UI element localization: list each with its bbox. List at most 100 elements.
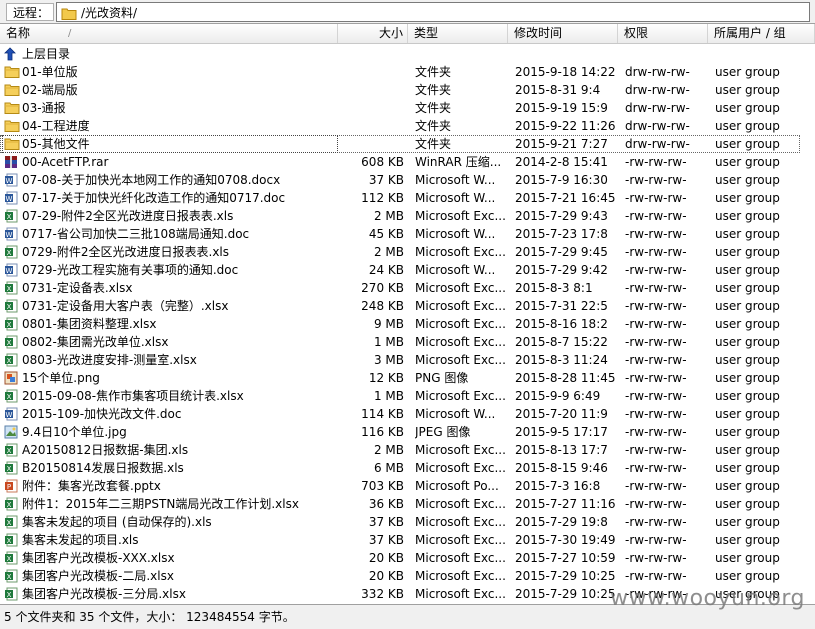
file-row[interactable]: X 集客未发起的项目.xls 37 KB Microsoft Exc... 2015-7… bbox=[0, 531, 815, 549]
file-row[interactable]: P 附件：集客光改套餐.pptx 703 KB Microsoft Po... 2015… bbox=[0, 477, 815, 495]
file-name-cell[interactable]: 02-端局版 bbox=[2, 81, 338, 99]
file-name-cell[interactable]: X 集团客户光改模板-二局.xlsx bbox=[2, 567, 338, 585]
file-row[interactable]: X 集团客户光改模板-XXX.xlsx 20 KB Microsoft Exc... 2… bbox=[0, 549, 815, 567]
excel-icon: X bbox=[4, 461, 18, 475]
file-name-cell[interactable]: X 集客未发起的项目 (自动保存的).xls bbox=[2, 513, 338, 531]
file-name-cell[interactable]: X 0802-集团需光改单位.xlsx bbox=[2, 333, 338, 351]
file-row[interactable]: W 07-17-关于加快光纤化改造工作的通知0717.doc 112 KB Micro… bbox=[0, 189, 815, 207]
file-name-cell[interactable]: 03-通报 bbox=[2, 99, 338, 117]
file-name-cell[interactable]: 00-AcetFTP.rar bbox=[2, 153, 338, 171]
column-size[interactable]: 大小 bbox=[338, 24, 408, 43]
parent-directory-row[interactable]: 上层目录 bbox=[0, 45, 815, 63]
column-permissions[interactable]: 权限 bbox=[618, 24, 708, 43]
file-type: Microsoft Exc... bbox=[415, 245, 506, 259]
file-row[interactable]: X 0731-定设备用大客户表（完整）.xlsx 248 KB Microsoft E… bbox=[0, 297, 815, 315]
file-name: 上层目录 bbox=[22, 47, 71, 61]
column-modified[interactable]: 修改时间 bbox=[508, 24, 618, 43]
file-row[interactable]: 9.4日10个单位.jpg 116 KB JPEG 图像 2015-9-5 17:17… bbox=[0, 423, 815, 441]
file-name-cell[interactable]: 04-工程进度 bbox=[2, 117, 338, 135]
file-name-cell[interactable]: X 集团客户光改模板-XXX.xlsx bbox=[2, 549, 338, 567]
file-row[interactable]: W 2015-109-加快光改文件.doc 114 KB Microsoft W...… bbox=[0, 405, 815, 423]
file-row[interactable]: X 0802-集团需光改单位.xlsx 1 MB Microsoft Exc... 20… bbox=[0, 333, 815, 351]
file-row[interactable]: 03-通报 文件夹 2015-9-19 15:9 drw-rw-rw-user gro… bbox=[0, 99, 815, 117]
file-row[interactable]: W 0717-省公司加快二三批108端局通知.doc 45 KB Microsoft … bbox=[0, 225, 815, 243]
file-name: 05-其他文件 bbox=[22, 137, 90, 151]
file-name: 集团客户光改模板-二局.xlsx bbox=[22, 569, 174, 583]
column-name[interactable]: 名称 / bbox=[0, 24, 338, 43]
file-name-cell[interactable]: X 0731-定设备用大客户表（完整）.xlsx bbox=[2, 297, 338, 315]
file-name-cell[interactable]: 上层目录 bbox=[2, 45, 338, 63]
file-name-cell[interactable]: X 0729-附件2全区光改进度日报表表.xls bbox=[2, 243, 338, 261]
file-name: 00-AcetFTP.rar bbox=[22, 155, 109, 169]
file-name: 9.4日10个单位.jpg bbox=[22, 425, 127, 439]
file-name-cell[interactable]: 01-单位版 bbox=[2, 63, 338, 81]
file-row[interactable]: 15个单位.png 12 KB PNG 图像 2015-8-28 11:45 -rw-r… bbox=[0, 369, 815, 387]
file-name-cell[interactable]: P 附件：集客光改套餐.pptx bbox=[2, 477, 338, 495]
file-permissions: -rw-rw-rw- bbox=[625, 299, 687, 313]
file-size bbox=[340, 45, 404, 63]
file-owner-group: user group bbox=[715, 227, 780, 241]
file-name-cell[interactable]: 05-其他文件 bbox=[2, 135, 338, 153]
file-owner-group: user group bbox=[715, 335, 780, 349]
file-name: 0729-光改工程实施有关事项的通知.doc bbox=[22, 263, 239, 277]
file-owner-group: user group bbox=[715, 425, 780, 439]
file-name-cell[interactable]: X 附件1：2015年二三期PSTN端局光改工作计划.xlsx bbox=[2, 495, 338, 513]
file-name-cell[interactable]: X B20150814发展日报数据.xls bbox=[2, 459, 338, 477]
file-name-cell[interactable]: X 0731-定设备表.xlsx bbox=[2, 279, 338, 297]
file-row[interactable]: X 0729-附件2全区光改进度日报表表.xls 2 MB Microsoft Exc… bbox=[0, 243, 815, 261]
file-name-cell[interactable]: W 2015-109-加快光改文件.doc bbox=[2, 405, 338, 423]
file-row[interactable]: X 2015-09-08-焦作市集客项目统计表.xlsx 1 MB Microsoft… bbox=[0, 387, 815, 405]
file-row[interactable]: X 07-29-附件2全区光改进度日报表表.xls 2 MB Microsoft Ex… bbox=[0, 207, 815, 225]
file-name-cell[interactable]: X 集客未发起的项目.xls bbox=[2, 531, 338, 549]
file-row[interactable]: X 0803-光改进度安排-测量室.xlsx 3 MB Microsoft Exc..… bbox=[0, 351, 815, 369]
file-row[interactable]: X 0801-集团资料整理.xlsx 9 MB Microsoft Exc... 201… bbox=[0, 315, 815, 333]
file-modified: 2015-9-19 15:9 bbox=[515, 101, 608, 115]
file-type: Microsoft Exc... bbox=[415, 299, 506, 313]
column-type[interactable]: 类型 bbox=[408, 24, 508, 43]
file-row[interactable]: W 07-08-关于加快光本地网工作的通知0708.docx 37 KB Micros… bbox=[0, 171, 815, 189]
file-row[interactable]: X 集客未发起的项目 (自动保存的).xls 37 KB Microsoft Exc.… bbox=[0, 513, 815, 531]
svg-text:X: X bbox=[7, 321, 12, 329]
excel-icon: X bbox=[4, 569, 18, 583]
file-modified: 2015-7-31 22:5 bbox=[515, 299, 608, 313]
file-row[interactable]: X 附件1：2015年二三期PSTN端局光改工作计划.xlsx 36 KB Micro… bbox=[0, 495, 815, 513]
file-modified: 2015-7-9 16:30 bbox=[515, 173, 608, 187]
file-name-cell[interactable]: X 2015-09-08-焦作市集客项目统计表.xlsx bbox=[2, 387, 338, 405]
file-type: Microsoft Exc... bbox=[415, 497, 506, 511]
file-row[interactable]: X A20150812日报数据-集团.xls 2 MB Microsoft Exc..… bbox=[0, 441, 815, 459]
file-row[interactable]: 00-AcetFTP.rar 608 KB WinRAR 压缩... 2014-2-8… bbox=[0, 153, 815, 171]
file-owner-group: user group bbox=[715, 155, 780, 169]
file-row[interactable]: W 0729-光改工程实施有关事项的通知.doc 24 KB Microsoft W.… bbox=[0, 261, 815, 279]
file-row[interactable]: X 0731-定设备表.xlsx 270 KB Microsoft Exc... 201… bbox=[0, 279, 815, 297]
file-name-cell[interactable]: X 0801-集团资料整理.xlsx bbox=[2, 315, 338, 333]
file-row[interactable]: X 集团客户光改模板-二局.xlsx 20 KB Microsoft Exc... 20… bbox=[0, 567, 815, 585]
file-row[interactable]: 02-端局版 文件夹 2015-8-31 9:4 drw-rw-rw-user gro… bbox=[0, 81, 815, 99]
file-name-cell[interactable]: W 07-08-关于加快光本地网工作的通知0708.docx bbox=[2, 171, 338, 189]
file-row[interactable]: 05-其他文件 文件夹 2015-9-21 7:27 drw-rw-rw-user g… bbox=[0, 135, 800, 153]
file-row[interactable]: 04-工程进度 文件夹 2015-9-22 11:26 drw-rw-rw-user … bbox=[0, 117, 815, 135]
folder-icon bbox=[61, 7, 77, 20]
file-name-cell[interactable]: X 0803-光改进度安排-测量室.xlsx bbox=[2, 351, 338, 369]
file-permissions: -rw-rw-rw- bbox=[625, 407, 687, 421]
file-permissions: -rw-rw-rw- bbox=[625, 389, 687, 403]
column-owner-group[interactable]: 所属用户 / 组 bbox=[708, 24, 815, 43]
file-name-cell[interactable]: X 集团客户光改模板-三分局.xlsx bbox=[2, 585, 338, 603]
file-name-cell[interactable]: 15个单位.png bbox=[2, 369, 338, 387]
rar-icon bbox=[4, 155, 18, 169]
file-name-cell[interactable]: X 07-29-附件2全区光改进度日报表表.xls bbox=[2, 207, 338, 225]
ppt-icon: P bbox=[4, 479, 18, 493]
file-row[interactable]: X B20150814发展日报数据.xls 6 MB Microsoft Exc...… bbox=[0, 459, 815, 477]
file-name: 集团客户光改模板-XXX.xlsx bbox=[22, 551, 175, 565]
file-size: 703 KB bbox=[361, 479, 404, 493]
file-name: 15个单位.png bbox=[22, 371, 100, 385]
file-name-cell[interactable]: X A20150812日报数据-集团.xls bbox=[2, 441, 338, 459]
remote-path-bar: 远程： /光改资料/ bbox=[0, 0, 815, 24]
remote-path-field[interactable]: /光改资料/ bbox=[56, 2, 810, 22]
file-name-cell[interactable]: W 0717-省公司加快二三批108端局通知.doc bbox=[2, 225, 338, 243]
file-name-cell[interactable]: 9.4日10个单位.jpg bbox=[2, 423, 338, 441]
file-type: Microsoft W... bbox=[415, 191, 496, 205]
file-row[interactable]: 01-单位版 文件夹 2015-9-18 14:22 drw-rw-rw-user g… bbox=[0, 63, 815, 81]
file-permissions: -rw-rw-rw- bbox=[625, 353, 687, 367]
file-name-cell[interactable]: W 0729-光改工程实施有关事项的通知.doc bbox=[2, 261, 338, 279]
file-name-cell[interactable]: W 07-17-关于加快光纤化改造工作的通知0717.doc bbox=[2, 189, 338, 207]
